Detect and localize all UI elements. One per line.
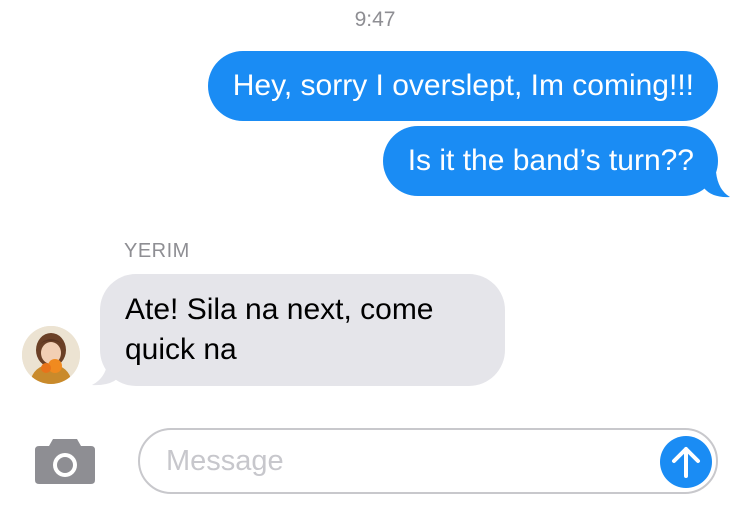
incoming-message-bubble[interactable]: Ate! Sila na next, come quick na: [100, 274, 505, 386]
avatar-image: [22, 326, 80, 384]
camera-icon: [35, 439, 95, 484]
message-text: Is it the band’s turn??: [407, 144, 694, 177]
message-text-line: Ate! Sila na next, come: [125, 293, 434, 326]
sender-name: YERIM: [124, 240, 190, 262]
message-text-line: quick na: [125, 333, 237, 366]
message-text: Hey, sorry I overslept, Im coming!!!: [232, 69, 694, 102]
bubble-tail: [700, 172, 730, 198]
message-composer: [138, 428, 718, 494]
bubble-tail: [92, 360, 124, 386]
message-input[interactable]: [166, 438, 636, 484]
arrow-up-icon: [672, 447, 700, 478]
send-button[interactable]: [660, 436, 712, 488]
outgoing-message-bubble[interactable]: Is it the band’s turn??: [382, 126, 718, 196]
camera-button[interactable]: [33, 436, 97, 486]
outgoing-message-bubble[interactable]: Hey, sorry I overslept, Im coming!!!: [207, 51, 718, 121]
avatar[interactable]: [22, 326, 80, 384]
message-timestamp: 9:47: [354, 8, 396, 31]
